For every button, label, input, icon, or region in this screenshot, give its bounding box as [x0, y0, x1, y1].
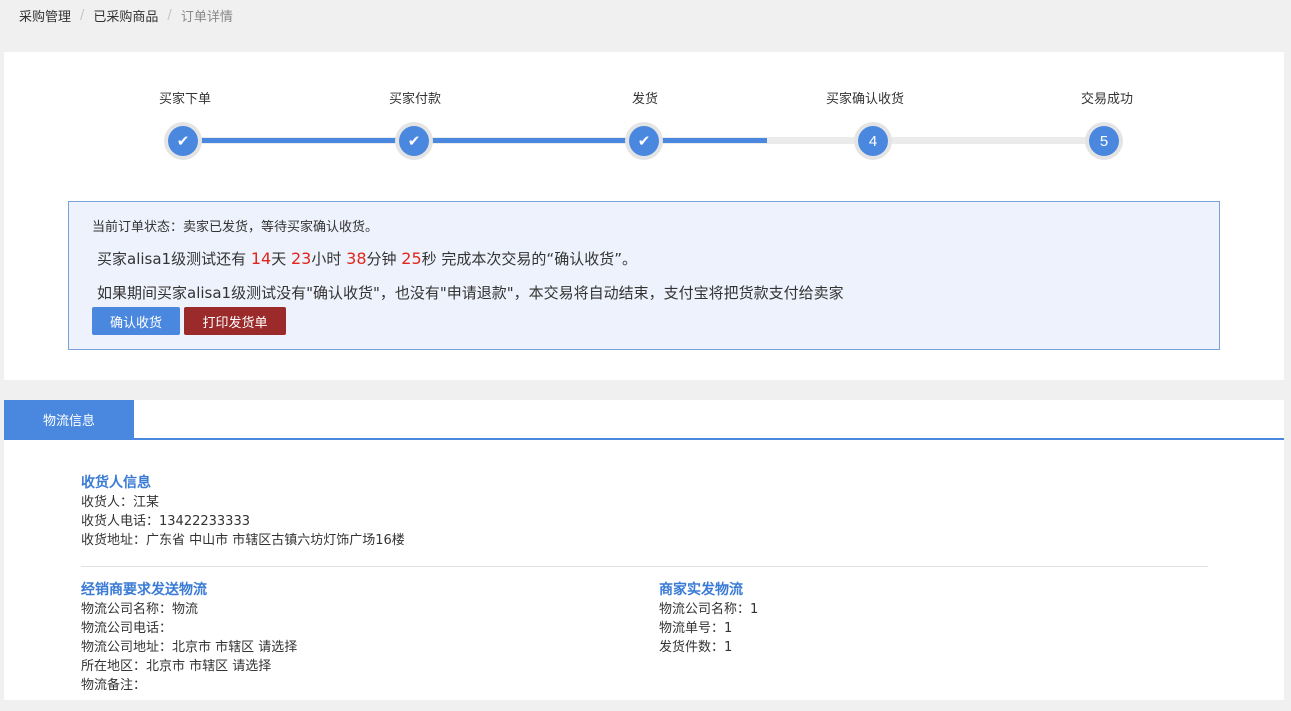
logistics-panel: 物流信息 收货人信息 收货人：江某 收货人电话：13422233333 收货地址… — [4, 400, 1284, 700]
breadcrumb-purchased-goods[interactable]: 已采购商品 — [93, 6, 158, 25]
breadcrumb-separator: / — [167, 8, 172, 23]
order-status-box: 当前订单状态：卖家已发货，等待买家确认收货。 买家alisa1级测试还有 14天… — [68, 201, 1220, 350]
step-3-marker: ✔ — [625, 122, 663, 160]
merchant-logistics-quantity: 发货件数：1 — [659, 640, 733, 655]
countdown-text: 买家alisa1级测试还有 14天 23小时 38分钟 25秒 完成本次交易的“… — [97, 248, 637, 269]
check-icon: ✔ — [168, 126, 198, 156]
receiver-phone: 收货人电话：13422233333 — [81, 514, 250, 529]
countdown-minutes: 38 — [346, 249, 367, 268]
progress-fill — [184, 138, 767, 143]
order-steps: 买家下单 买家付款 发货 买家确认收货 交易成功 ✔ ✔ ✔ 4 5 — [4, 52, 1284, 222]
breadcrumb-order-detail: 订单详情 — [180, 10, 233, 25]
print-shipping-slip-button[interactable]: 打印发货单 — [184, 307, 286, 335]
step-number: 4 — [858, 126, 888, 156]
check-icon: ✔ — [399, 126, 429, 156]
dealer-logistics-address: 物流公司地址：北京市 市辖区 请选择 — [81, 640, 298, 655]
step-label-trade-complete: 交易成功 — [1080, 92, 1133, 107]
receiver-address: 收货地址：广东省 中山市 市辖区古镇六坊灯饰广场16楼 — [81, 533, 405, 548]
order-status-text: 当前订单状态：卖家已发货，等待买家确认收货。 — [92, 220, 379, 235]
receiver-name: 收货人：江某 — [81, 495, 160, 510]
tab-bar: 物流信息 — [4, 400, 1284, 440]
step-2-marker: ✔ — [395, 122, 433, 160]
countdown-suffix: 完成本次交易的“确认收货”。 — [436, 250, 637, 268]
countdown-hours: 23 — [291, 249, 312, 268]
breadcrumb-separator: / — [80, 8, 85, 23]
auto-close-notice: 如果期间买家alisa1级测试没有"确认收货"，也没有"申请退款"，本交易将自动… — [97, 284, 844, 302]
step-label-shipped: 发货 — [631, 92, 658, 107]
dealer-logistics-title: 经销商要求发送物流 — [81, 582, 207, 598]
step-number: 5 — [1089, 126, 1119, 156]
step-label-payment: 买家付款 — [388, 92, 441, 107]
dealer-logistics-phone: 物流公司电话： — [81, 621, 173, 636]
check-icon: ✔ — [629, 126, 659, 156]
breadcrumb: 采购管理 / 已采购商品 / 订单详情 — [19, 6, 233, 25]
confirm-receipt-button[interactable]: 确认收货 — [92, 307, 180, 335]
step-5-marker: 5 — [1085, 122, 1123, 160]
dealer-logistics-region: 所在地区：北京市 市辖区 请选择 — [81, 659, 272, 674]
countdown-minutes-unit: 分钟 — [366, 250, 402, 268]
dealer-logistics-remark: 物流备注： — [81, 678, 147, 693]
countdown-seconds: 25 — [401, 249, 422, 268]
section-divider — [81, 566, 1208, 567]
dealer-logistics-company: 物流公司名称：物流 — [81, 602, 199, 617]
receiver-info-title: 收货人信息 — [81, 475, 151, 491]
breadcrumb-procurement[interactable]: 采购管理 — [19, 6, 71, 25]
tab-logistics[interactable]: 物流信息 — [4, 400, 134, 438]
step-label-order-placed: 买家下单 — [158, 92, 211, 107]
merchant-logistics-tracking: 物流单号：1 — [659, 621, 733, 636]
step-4-marker: 4 — [854, 122, 892, 160]
merchant-logistics-company: 物流公司名称：1 — [659, 602, 759, 617]
countdown-hours-unit: 小时 — [311, 250, 347, 268]
countdown-days-unit: 天 — [271, 250, 291, 268]
step-label-confirm-receipt: 买家确认收货 — [825, 92, 904, 107]
order-progress-panel: 买家下单 买家付款 发货 买家确认收货 交易成功 ✔ ✔ ✔ 4 5 当前订单状… — [4, 52, 1284, 380]
merchant-logistics-title: 商家实发物流 — [659, 582, 743, 598]
step-1-marker: ✔ — [164, 122, 202, 160]
countdown-prefix: 买家alisa1级测试还有 — [97, 250, 251, 268]
countdown-seconds-unit: 秒 — [421, 250, 437, 268]
countdown-days: 14 — [250, 249, 272, 268]
